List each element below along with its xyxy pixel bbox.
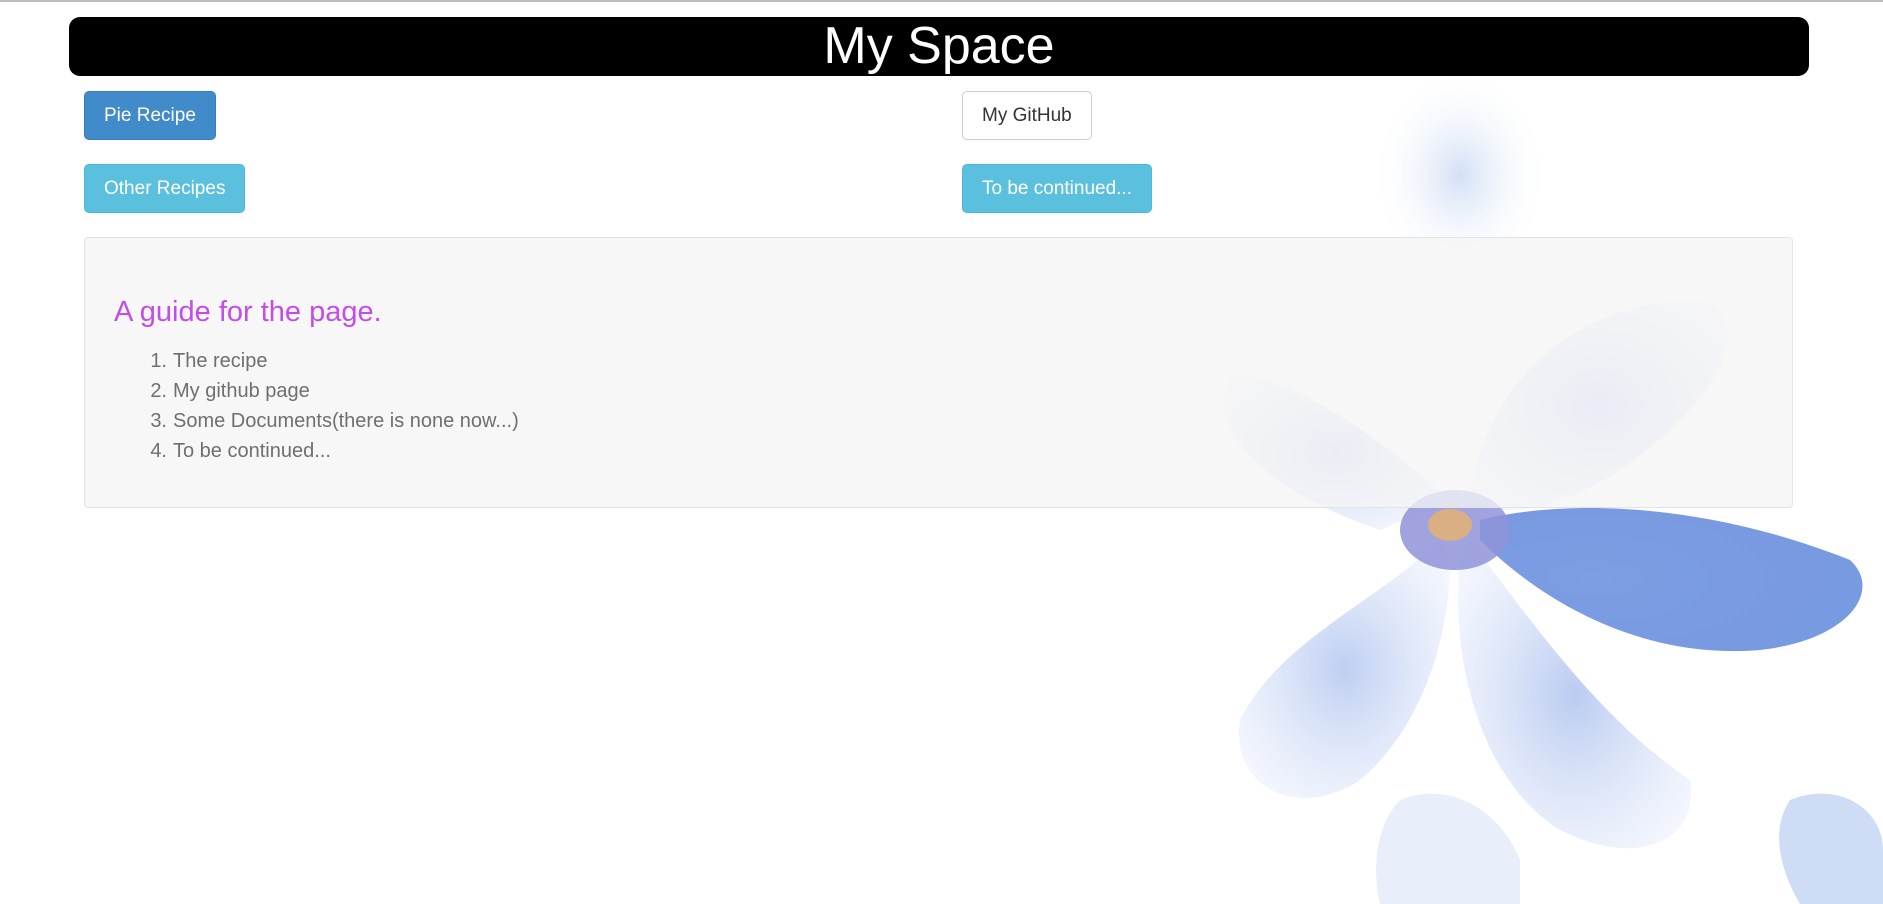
list-item-text: The recipe xyxy=(173,350,268,372)
guide-list: 1. The recipe 2. My github page 3. Some … xyxy=(113,346,519,466)
list-item-text: My github page xyxy=(173,380,310,402)
my-github-button[interactable]: My GitHub xyxy=(962,91,1092,140)
list-item: 3. Some Documents(there is none now...) xyxy=(113,406,519,436)
list-item: 2. My github page xyxy=(113,376,519,406)
list-item-number: 3. xyxy=(150,410,167,432)
site-title: My Space xyxy=(823,17,1055,75)
to-be-continued-button[interactable]: To be continued... xyxy=(962,164,1152,213)
list-item: 4. To be continued... xyxy=(113,436,519,466)
list-item: 1. The recipe xyxy=(113,346,519,376)
site-header: My Space xyxy=(69,17,1809,76)
pie-recipe-button[interactable]: Pie Recipe xyxy=(84,91,216,140)
guide-panel: A guide for the page. 1. The recipe 2. M… xyxy=(84,237,1793,508)
list-item-number: 4. xyxy=(150,440,167,462)
list-item-text: Some Documents(there is none now...) xyxy=(173,410,519,432)
list-item-number: 1. xyxy=(150,350,167,372)
list-item-number: 2. xyxy=(150,380,167,402)
window-top-border xyxy=(0,0,1883,2)
guide-title: A guide for the page. xyxy=(114,296,382,328)
list-item-text: To be continued... xyxy=(173,440,331,462)
other-recipes-button[interactable]: Other Recipes xyxy=(84,164,246,213)
